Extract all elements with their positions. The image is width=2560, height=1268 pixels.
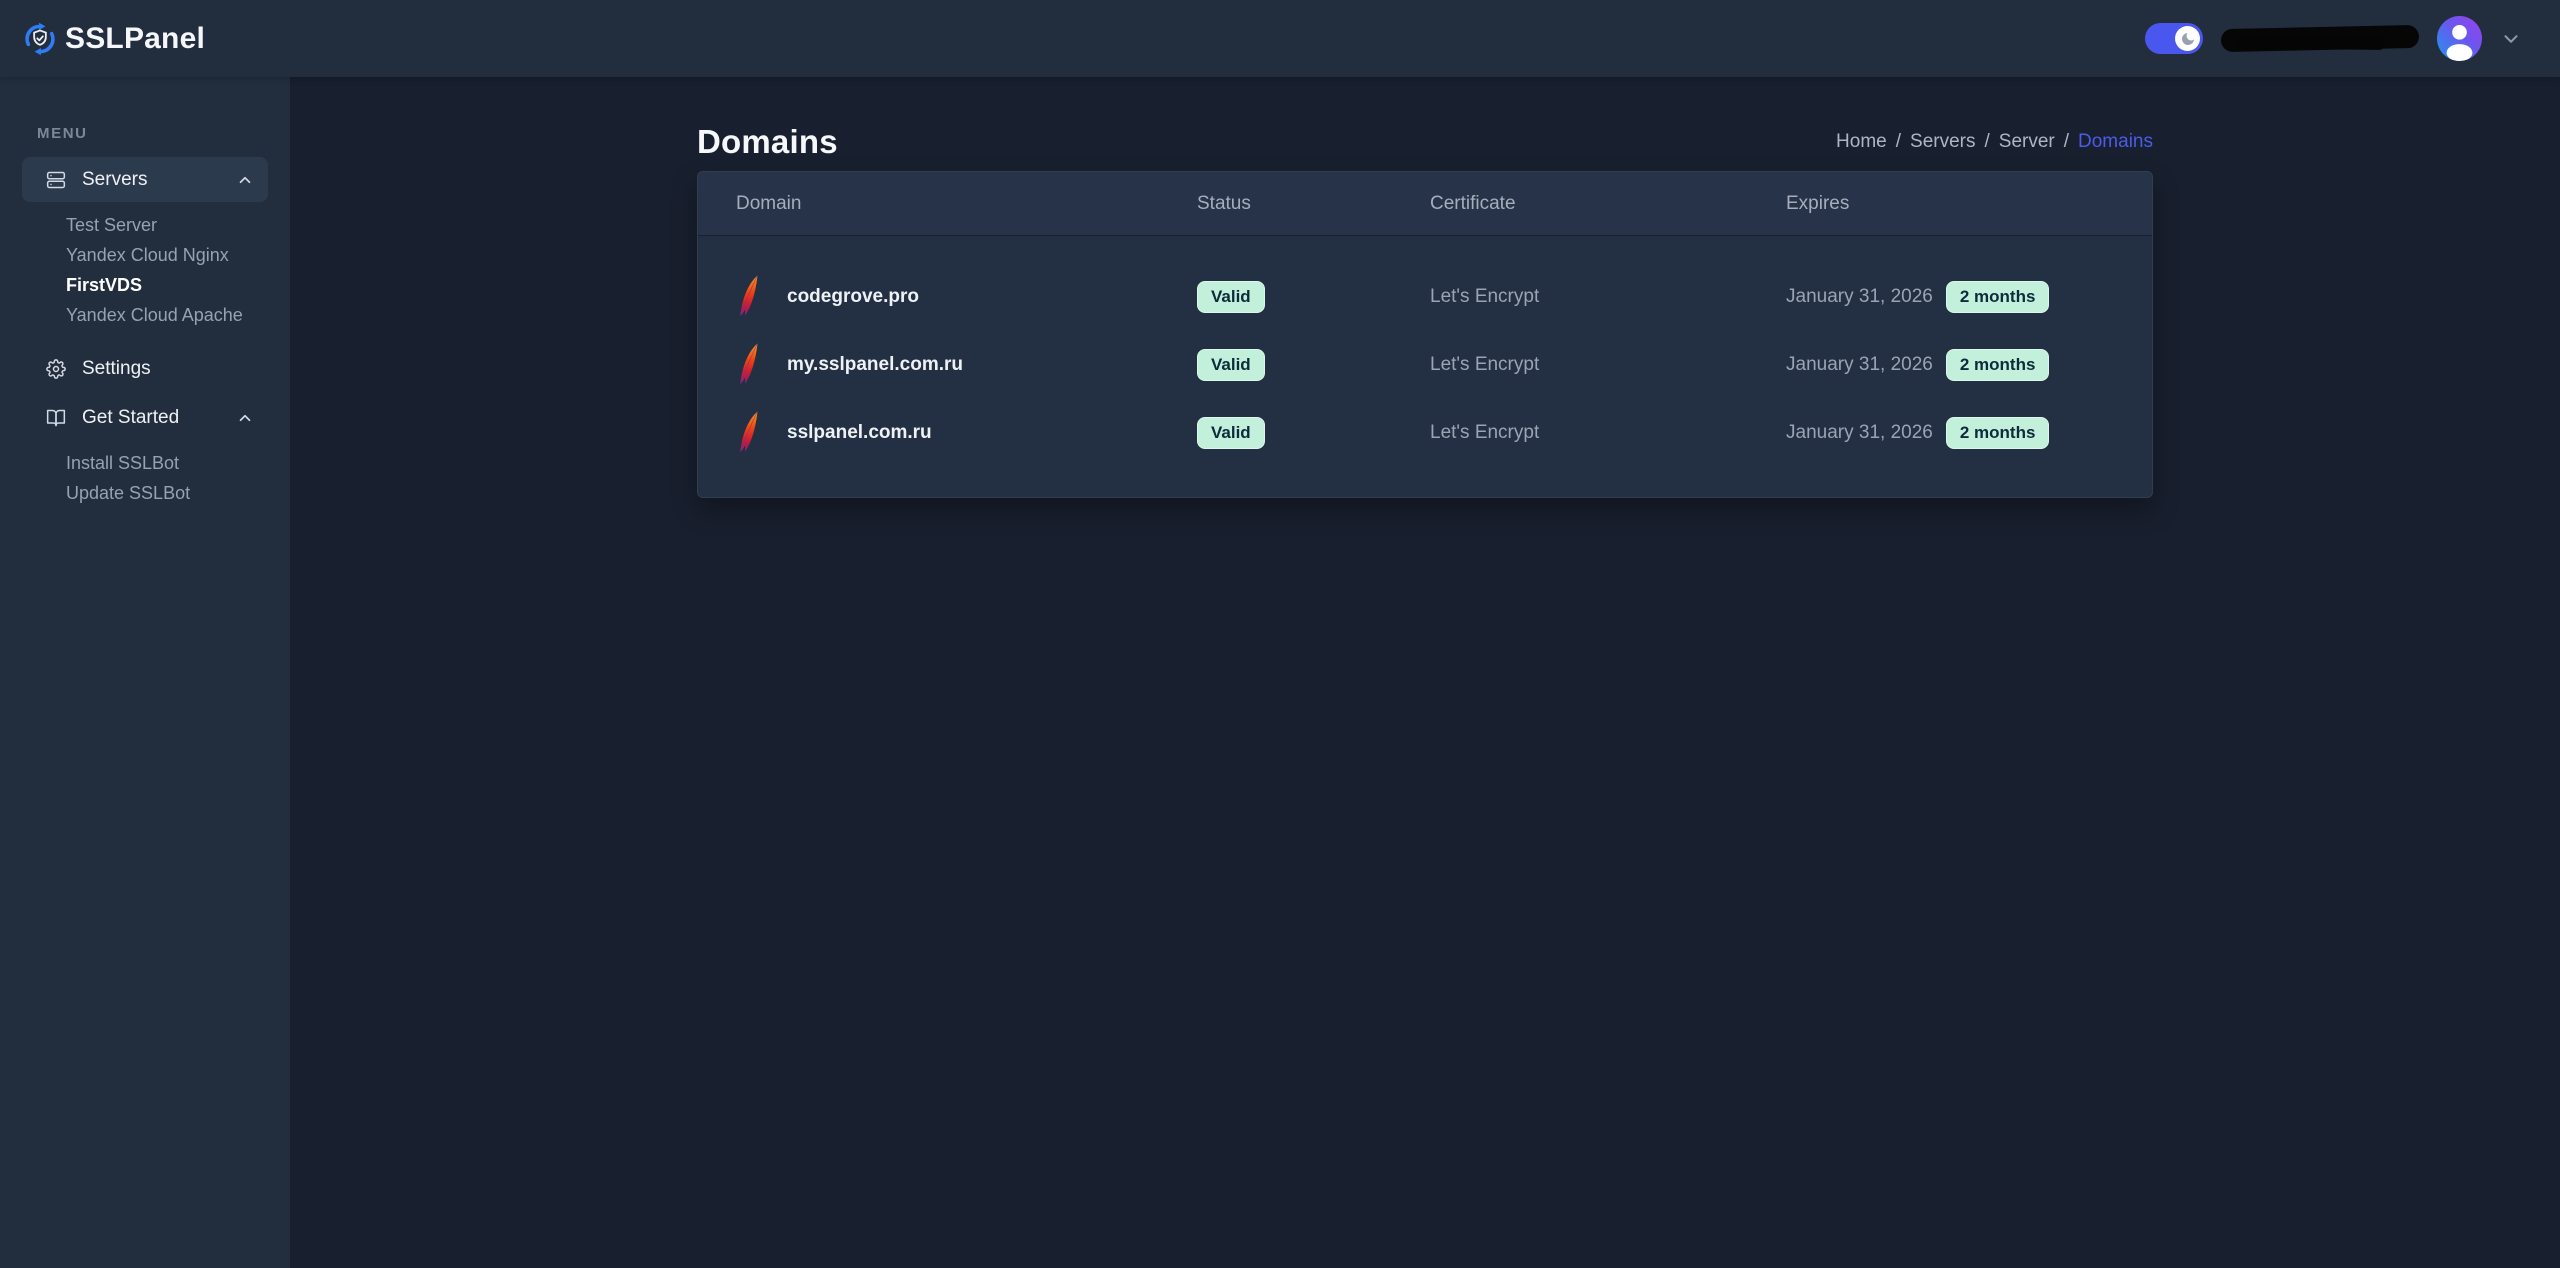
expires-in-badge: 2 months (1946, 349, 2050, 380)
table-row[interactable]: my.sslpanel.com.ru Valid Let's Encrypt J… (698, 331, 2152, 399)
column-header-domain: Domain (698, 193, 1197, 215)
main-content: Domains Home / Servers / Server / Domain… (290, 77, 2560, 1268)
certificate-issuer: Let's Encrypt (1430, 422, 1786, 444)
expiry-date: January 31, 2026 (1786, 286, 1933, 308)
apache-feather-icon (736, 410, 762, 456)
apache-feather-icon (736, 274, 762, 320)
sidebar-item-label: Get Started (82, 407, 236, 429)
breadcrumb-home[interactable]: Home (1836, 131, 1887, 153)
breadcrumb-servers[interactable]: Servers (1910, 131, 1975, 153)
sidebar-item-update-sslbot[interactable]: Update SSLBot (22, 478, 268, 508)
app-logo[interactable]: SSLPanel (22, 21, 205, 57)
book-open-icon (46, 408, 66, 428)
expiry-date: January 31, 2026 (1786, 354, 1933, 376)
user-email-redacted (2221, 25, 2419, 52)
chevron-up-icon (236, 409, 254, 427)
gear-icon (46, 359, 66, 379)
person-icon (2437, 16, 2482, 61)
breadcrumb-domains: Domains (2078, 131, 2153, 153)
sidebar-item-get-started[interactable]: Get Started (22, 395, 268, 440)
user-avatar[interactable] (2437, 16, 2482, 61)
chevron-up-icon (236, 171, 254, 189)
status-badge: Valid (1197, 417, 1265, 448)
sidebar-item-firstvds[interactable]: FirstVDS (22, 270, 268, 300)
sidebar-item-install-sslbot[interactable]: Install SSLBot (22, 448, 268, 478)
theme-toggle[interactable] (2145, 23, 2203, 54)
status-badge: Valid (1197, 349, 1265, 380)
domain-name: my.sslpanel.com.ru (787, 354, 963, 376)
chevron-down-icon (2500, 28, 2522, 50)
sidebar-item-label: Settings (82, 358, 254, 380)
expiry-date: January 31, 2026 (1786, 422, 1933, 444)
certificate-issuer: Let's Encrypt (1430, 286, 1786, 308)
sidebar-item-settings[interactable]: Settings (22, 346, 268, 391)
breadcrumb-separator: / (1984, 131, 1989, 153)
certificate-issuer: Let's Encrypt (1430, 354, 1786, 376)
server-icon (46, 170, 66, 190)
user-menu-chevron[interactable] (2500, 28, 2522, 50)
top-bar: SSLPanel (0, 0, 2560, 77)
breadcrumb-server[interactable]: Server (1999, 131, 2055, 153)
column-header-status: Status (1197, 193, 1430, 215)
sidebar-item-yandex-cloud-apache[interactable]: Yandex Cloud Apache (22, 300, 268, 330)
table-body: codegrove.pro Valid Let's Encrypt Januar… (698, 236, 2152, 497)
domain-name: sslpanel.com.ru (787, 422, 932, 444)
sidebar: MENU Servers Test Server Yandex Cloud Ng… (0, 77, 290, 1268)
servers-sub-list: Test Server Yandex Cloud Nginx FirstVDS … (22, 210, 268, 330)
page-title: Domains (697, 123, 838, 161)
breadcrumb-separator: / (2064, 131, 2069, 153)
expires-in-badge: 2 months (1946, 417, 2050, 448)
column-header-certificate: Certificate (1430, 193, 1786, 215)
breadcrumb: Home / Servers / Server / Domains (1836, 131, 2153, 153)
expires-in-badge: 2 months (1946, 281, 2050, 312)
brand-name: SSLPanel (65, 22, 205, 56)
table-row[interactable]: sslpanel.com.ru Valid Let's Encrypt Janu… (698, 399, 2152, 467)
theme-toggle-knob (2175, 26, 2200, 51)
status-badge: Valid (1197, 281, 1265, 312)
sidebar-item-label: Servers (82, 169, 236, 191)
domain-name: codegrove.pro (787, 286, 919, 308)
sidebar-item-test-server[interactable]: Test Server (22, 210, 268, 240)
sidebar-section-label: MENU (37, 125, 268, 142)
domains-table-card: Domain Status Certificate Expires codegr… (697, 171, 2153, 498)
table-row[interactable]: codegrove.pro Valid Let's Encrypt Januar… (698, 263, 2152, 331)
apache-feather-icon (736, 342, 762, 388)
sslpanel-logo-icon (22, 21, 58, 57)
moon-icon (2180, 31, 2196, 47)
breadcrumb-separator: / (1896, 131, 1901, 153)
table-header: Domain Status Certificate Expires (698, 172, 2152, 236)
sidebar-item-yandex-cloud-nginx[interactable]: Yandex Cloud Nginx (22, 240, 268, 270)
sidebar-item-servers[interactable]: Servers (22, 157, 268, 202)
column-header-expires: Expires (1786, 193, 2152, 215)
get-started-sub-list: Install SSLBot Update SSLBot (22, 448, 268, 508)
